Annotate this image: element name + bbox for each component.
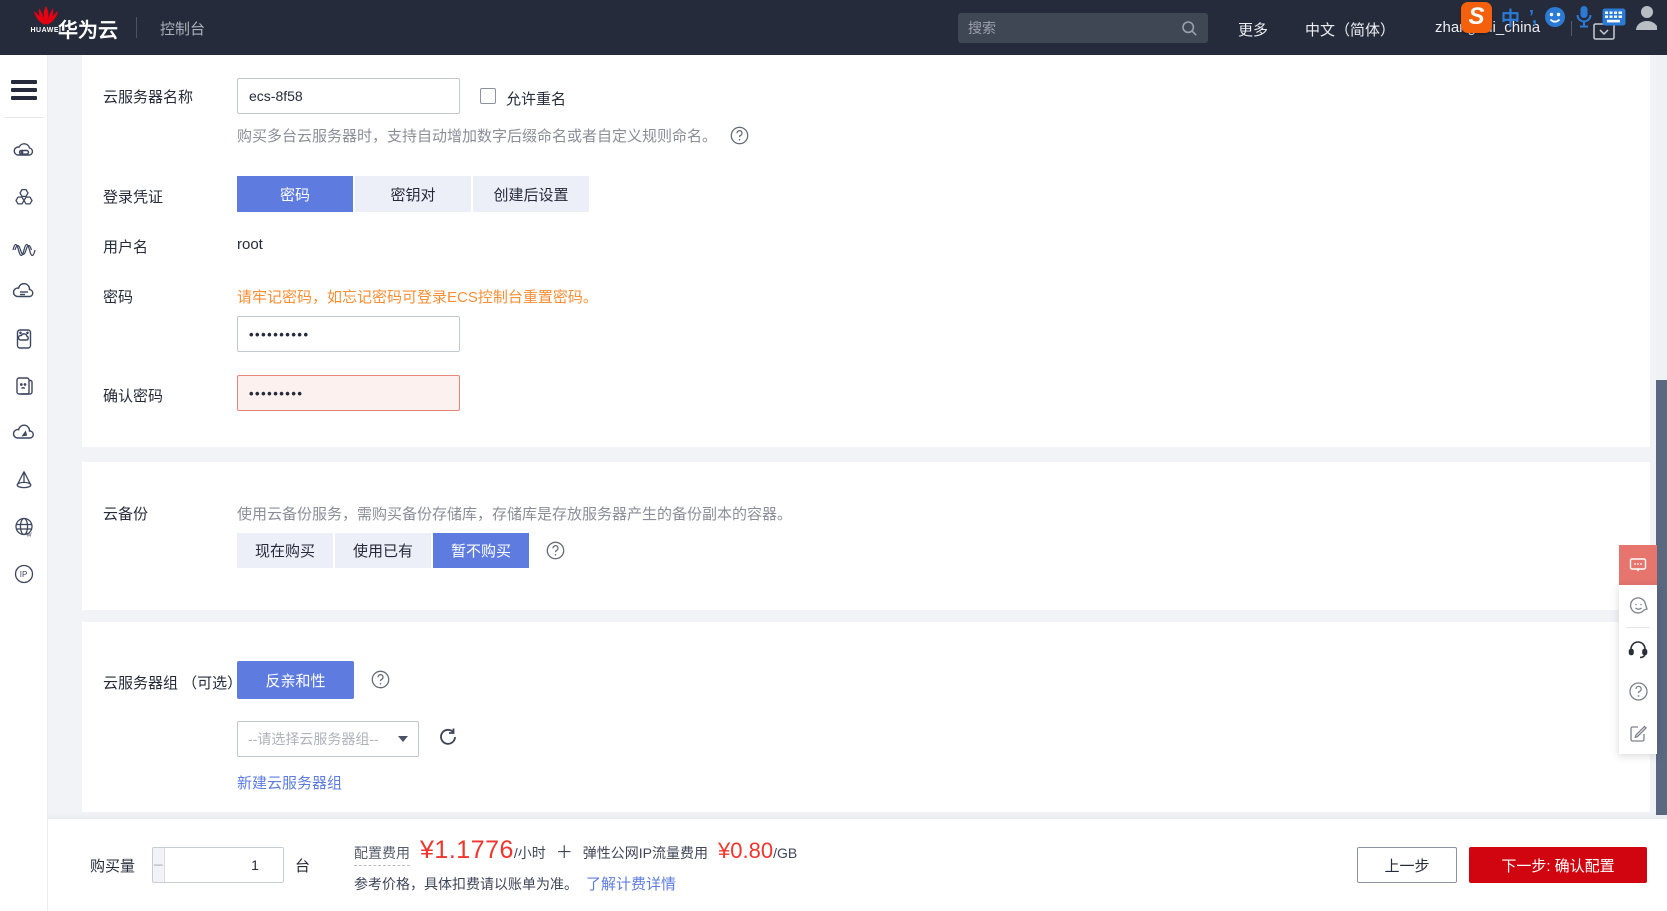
pricing-details-link[interactable]: 了解计费详情 [586,873,676,894]
cloud-server-icon[interactable] [0,127,48,174]
server-name-hint: 购买多台云服务器时，支持自动增加数字后缀命名或者自定义规则命名。 [237,128,718,145]
ip-circle-icon[interactable]: IP [0,550,48,597]
create-server-group-link[interactable]: 新建云服务器组 [237,772,342,793]
config-fee-unit: /小时 [513,845,546,861]
nav-more[interactable]: 更多 [1238,19,1268,40]
search-icon[interactable] [1181,20,1198,37]
config-fee-label[interactable]: 配置费用 [354,843,411,866]
ime-toolbar: S 中 ’, [1461,0,1658,34]
purchase-bar: 购买量 − ＋ 台 配置费用 ¥1.1776 /小时 ＋ 弹性公网IP流量费用 … [48,818,1667,911]
allow-duplicate-checkbox[interactable] [480,88,496,104]
chevron-down-icon [398,736,408,742]
password-warning: 请牢记密码，如忘记密码可登录ECS控制台重置密码。 [237,289,598,306]
brand-title[interactable]: 华为云 [58,14,118,43]
username-label: 用户名 [103,239,149,256]
satisfaction-smiley-icon[interactable] [1619,585,1657,627]
previous-step-button[interactable]: 上一步 [1357,847,1457,883]
main-content: 云服务器名称 允许重名 购买多台云服务器时，支持自动增加数字后缀命名或者自定义规… [48,55,1667,911]
floating-help-toolbar [1619,545,1657,754]
cloud-backup-card: 云备份 使用云备份服务，需购买备份存储库，存储库是存放服务器产生的备份副本的容器… [82,462,1650,610]
backup-option-not-now[interactable]: 暂不购买 [433,533,529,568]
server-name-input[interactable] [237,78,460,114]
ime-keyboard-icon[interactable] [1602,8,1626,26]
backup-option-buy-now[interactable]: 现在购买 [237,533,333,568]
backup-label: 云备份 [103,506,149,523]
top-navbar: HUAWEI 华为云 控制台 更多 中文（简体） zhanghui_china [0,0,1667,55]
credential-option-password[interactable]: 密码 [237,176,353,212]
anti-affinity-button[interactable]: 反亲和性 [237,661,354,699]
credentials-segmented-control: 密码 密钥对 创建后设置 [237,176,589,212]
plus-sign: ＋ [555,843,573,862]
server-group-select-placeholder: --请选择云服务器组-- [248,731,379,747]
waveform-icon[interactable] [0,221,48,268]
backup-description: 使用云备份服务，需购买备份存储库，存储库是存放服务器产生的备份副本的容器。 [237,506,793,523]
next-step-button[interactable]: 下一步: 确认配置 [1469,847,1647,883]
navbar-divider [136,17,137,38]
quantity-input[interactable] [164,848,284,882]
password-input[interactable] [237,316,460,352]
sidebar-divider [5,117,43,118]
confirm-password-input[interactable] [237,375,460,411]
globe-icon[interactable]: w [0,503,48,550]
credential-option-after-create[interactable]: 创建后设置 [473,176,589,212]
traffic-fee-value: ¥0.80 [718,838,774,863]
support-headset-icon[interactable] [1619,628,1657,670]
server-name-help-icon[interactable] [730,126,749,145]
price-note: 参考价格，具体扣费请以账单为准。 [354,875,579,892]
ime-emoji-icon[interactable] [1544,6,1566,28]
left-sidebar: w IP [0,55,48,911]
ime-settings-icon[interactable] [1635,4,1658,30]
hexagon-cluster-icon[interactable] [0,174,48,221]
search-input[interactable] [968,20,1181,36]
ime-voice-icon[interactable] [1575,5,1593,29]
huawei-flower-icon [34,6,58,25]
svg-text:w: w [26,531,33,538]
backup-segmented-control: 现在购买 使用已有 暂不购买 [237,533,565,568]
ime-punctuation-icon[interactable]: ’, [1529,7,1537,28]
server-group-select[interactable]: --请选择云服务器组-- [237,721,419,757]
pricing-block: 配置费用 ¥1.1776 /小时 ＋ 弹性公网IP流量费用 ¥0.80 /GB … [354,836,797,894]
ime-chinese-mode-icon[interactable]: 中 [1501,4,1520,31]
global-search[interactable] [958,13,1208,43]
sogou-logo-icon[interactable]: S [1461,1,1492,33]
quantity-stepper: − ＋ [152,847,285,883]
quantity-label: 购买量 [90,857,136,875]
nav-language[interactable]: 中文（简体） [1305,19,1395,40]
refresh-icon[interactable] [438,727,457,751]
help-question-icon[interactable] [1619,670,1657,712]
server-group-card: 云服务器组 （可选） 反亲和性 --请选择云服务器组-- 新建云服务器组 [82,622,1650,812]
cloud-dashes-icon[interactable] [0,268,48,315]
scrollbar-thumb[interactable] [1656,380,1667,815]
server-group-help-icon[interactable] [371,670,390,689]
cloud-pointer-icon[interactable] [0,409,48,456]
menu-hamburger-icon[interactable] [11,80,37,100]
backup-option-use-existing[interactable]: 使用已有 [335,533,431,568]
notebook-face-icon[interactable] [0,362,48,409]
quantity-decrease-button[interactable]: − [153,848,165,882]
feedback-bubble-icon[interactable] [1619,545,1657,585]
confirm-password-label: 确认密码 [103,388,164,405]
vertical-scrollbar [1656,55,1667,911]
credential-option-keypair[interactable]: 密钥对 [355,176,471,212]
basic-config-card: 云服务器名称 允许重名 购买多台云服务器时，支持自动增加数字后缀命名或者自定义规… [82,55,1650,447]
cone-icon[interactable] [0,456,48,503]
config-fee-value: ¥1.1776 [420,836,514,864]
server-group-label: 云服务器组 （可选） [103,675,243,692]
traffic-fee-label: 弹性公网IP流量费用 [582,845,709,861]
credentials-label: 登录凭证 [103,189,164,206]
survey-form-icon[interactable] [1619,712,1657,754]
backup-help-icon[interactable] [546,541,565,560]
svg-text:IP: IP [20,570,28,579]
allow-duplicate-label: 允许重名 [506,91,567,108]
traffic-fee-unit: /GB [773,845,798,861]
password-label: 密码 [103,289,134,306]
console-breadcrumb[interactable]: 控制台 [160,18,205,39]
quantity-unit: 台 [295,857,311,875]
server-card-icon[interactable] [0,315,48,362]
server-name-label: 云服务器名称 [103,89,194,106]
username-value: root [237,236,263,253]
